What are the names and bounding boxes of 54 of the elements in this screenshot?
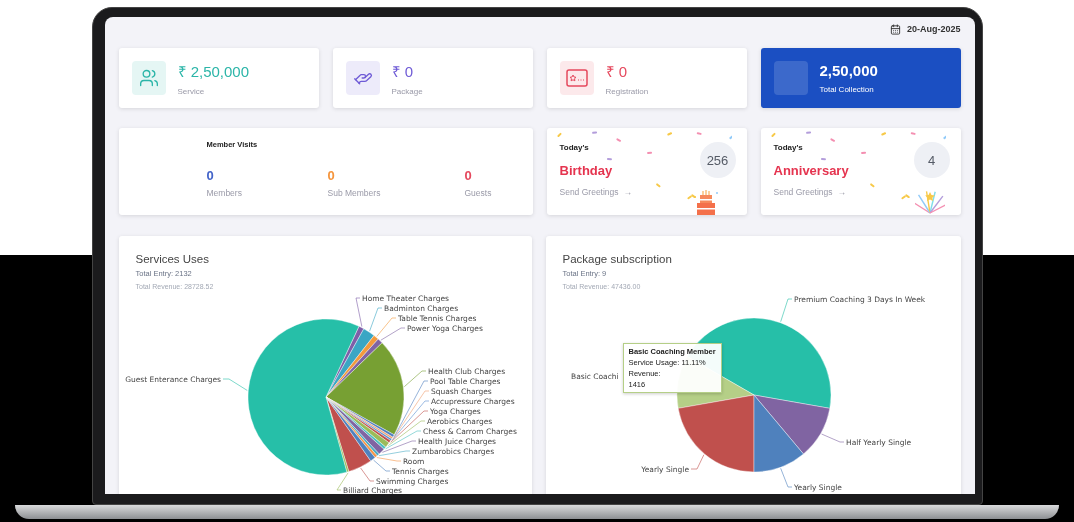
stat-label: Members (206, 188, 243, 198)
leader-line (779, 298, 792, 322)
amount-label: Package (391, 86, 423, 96)
confetti-piece (860, 151, 866, 154)
confetti-piece (556, 132, 562, 138)
confetti-piece (770, 132, 776, 138)
chart-title: Package subscription (562, 253, 673, 265)
count-badge: 256 (699, 142, 736, 178)
count-badge: 4 (913, 142, 950, 178)
amount-label: Service (177, 86, 206, 96)
amount-value: ₹ 0 (605, 61, 628, 81)
calendar-icon (889, 23, 901, 35)
event-prefix: Today's (773, 143, 803, 152)
leader-line (355, 297, 362, 327)
stat-label: Sub Members (327, 188, 382, 198)
send-greetings-link[interactable]: Send Greetings → (773, 187, 847, 197)
leader-line (690, 454, 704, 470)
amount-label: Registration (605, 86, 649, 96)
confetti-piece (666, 131, 672, 136)
confetti-piece (869, 183, 875, 188)
confetti-piece (646, 151, 652, 154)
users-icon (138, 68, 159, 88)
icon-tile (773, 61, 808, 95)
confetti-piece (829, 138, 835, 143)
amount-value: ₹ 0 (391, 61, 414, 81)
confetti-piece (606, 158, 612, 161)
event-title: Birthday (559, 163, 613, 178)
confetti-piece (696, 132, 702, 136)
leader-line (359, 467, 374, 482)
leader-line (222, 378, 248, 391)
confetti-piece (728, 134, 732, 140)
amount-value: 2,50,000 (819, 62, 878, 79)
confetti-piece (591, 131, 597, 134)
date-text: 20-Aug-2025 (906, 24, 961, 34)
chart-title: Services Uses (135, 253, 210, 265)
confetti-piece (820, 158, 826, 161)
confetti-piece (880, 131, 886, 136)
thin-pie-slices-drawing (325, 396, 394, 462)
leader-line (820, 433, 844, 443)
stat-label: Guests (464, 188, 493, 198)
confetti-piece (655, 183, 661, 188)
stat-value: 0 (464, 168, 473, 183)
leader-line (779, 468, 792, 488)
event-title: Anniversary (773, 163, 849, 178)
stat-value: 0 (327, 168, 336, 183)
confetti-piece (942, 134, 946, 140)
confetti-piece (615, 138, 621, 143)
stat-value: 0 (206, 168, 215, 183)
event-prefix: Today's (559, 143, 589, 152)
send-greetings-link[interactable]: Send Greetings → (559, 187, 633, 197)
confetti-piece (910, 132, 916, 136)
confetti-piece (805, 131, 811, 134)
amount-value: ₹ 2,50,000 (177, 61, 250, 81)
amount-label: Total Collection (819, 85, 875, 94)
